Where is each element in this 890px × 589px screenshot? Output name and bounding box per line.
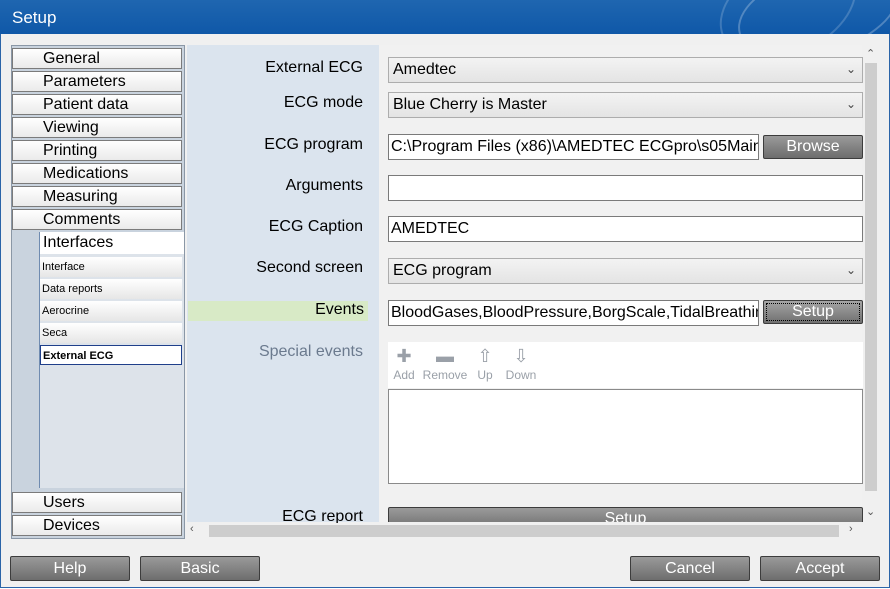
down-tool-label: Down	[505, 368, 537, 382]
sub-item-aerocrine[interactable]: Aerocrine	[40, 301, 182, 321]
horizontal-scroll-thumb[interactable]	[209, 525, 839, 537]
nav-item-interfaces[interactable]: Interfaces	[40, 232, 184, 254]
plus-icon: ✚	[396, 346, 412, 366]
events-setup-button[interactable]: Setup	[763, 300, 863, 324]
nav-item-label: Printing	[43, 142, 98, 159]
nav-group-interfaces: Interfaces Interface Data reports Aerocr…	[39, 232, 184, 488]
remove-tool-label: Remove	[422, 368, 468, 382]
remove-tool[interactable]: ▬ Remove	[422, 346, 468, 382]
second-screen-select[interactable]: ECG program ⌄	[388, 258, 863, 284]
ecg-report-clip: Setup	[388, 507, 863, 522]
nav-item-printing[interactable]: Printing	[12, 140, 182, 161]
nav-group-label: Interfaces	[43, 234, 114, 251]
ecg-caption-label: ECG Caption	[268, 218, 363, 235]
scroll-up-icon[interactable]: ⌃	[866, 47, 875, 60]
accept-button[interactable]: Accept	[760, 556, 880, 581]
nav-item-label: Parameters	[43, 73, 126, 90]
help-button[interactable]: Help	[10, 556, 130, 581]
ecg-mode-select[interactable]: Blue Cherry is Master ⌄	[388, 92, 863, 118]
second-screen-label: Second screen	[256, 259, 363, 276]
ecg-program-value: C:\Program Files (x86)\AMEDTEC ECGpro\s0…	[391, 138, 759, 155]
title-bar: Setup	[0, 0, 890, 34]
cancel-button[interactable]: Cancel	[630, 556, 750, 581]
ecg-mode-label: ECG mode	[283, 94, 363, 111]
chevron-down-icon: ⌄	[845, 97, 856, 111]
scroll-left-icon[interactable]: ‹	[190, 523, 194, 535]
nav-item-parameters[interactable]: Parameters	[12, 71, 182, 92]
add-tool[interactable]: ✚ Add	[390, 346, 418, 382]
horizontal-scrollbar[interactable]: ‹ ›	[187, 523, 862, 539]
down-tool[interactable]: ⇩ Down	[504, 346, 538, 382]
ecg-program-field[interactable]: C:\Program Files (x86)\AMEDTEC ECGpro\s0…	[388, 134, 759, 160]
category-nav: General Parameters Patient data Viewing …	[11, 45, 185, 539]
ecg-caption-value: AMEDTEC	[391, 220, 470, 237]
ecg-caption-field[interactable]: AMEDTEC	[388, 216, 863, 242]
nav-item-label: Measuring	[43, 188, 118, 205]
events-value: BloodGases,BloodPressure,BorgScale,Tidal…	[391, 304, 759, 321]
browse-button[interactable]: Browse	[763, 135, 863, 159]
basic-button[interactable]: Basic	[140, 556, 260, 581]
nav-item-users[interactable]: Users	[12, 492, 182, 513]
sub-item-external-ecg[interactable]: External ECG	[40, 345, 182, 365]
ecg-program-label: ECG program	[264, 136, 363, 153]
sub-item-label: Aerocrine	[42, 305, 90, 317]
arrow-down-icon: ⇩	[513, 346, 529, 366]
second-screen-value: ECG program	[393, 262, 492, 279]
minus-icon: ▬	[436, 346, 454, 366]
nav-item-label: Medications	[43, 165, 129, 182]
sub-item-label: Seca	[42, 327, 68, 339]
external-ecg-label: External ECG	[265, 59, 363, 76]
arguments-field[interactable]	[388, 175, 863, 201]
chevron-down-icon: ⌄	[845, 263, 856, 277]
nav-item-devices[interactable]: Devices	[12, 515, 182, 536]
nav-item-label: General	[43, 50, 100, 67]
arguments-label: Arguments	[285, 177, 363, 194]
arrow-up-icon: ⇧	[477, 346, 493, 366]
vertical-scrollbar[interactable]: ⌃ ⌄	[863, 45, 879, 522]
sub-item-label: Interface	[42, 261, 85, 273]
nav-item-general[interactable]: General	[12, 48, 182, 69]
nav-item-medications[interactable]: Medications	[12, 163, 182, 184]
sub-item-data-reports[interactable]: Data reports	[40, 279, 182, 299]
sub-item-label: Data reports	[42, 283, 103, 295]
sub-item-interface[interactable]: Interface	[40, 257, 182, 277]
external-ecg-value: Amedtec	[393, 61, 457, 78]
ecg-report-setup-button[interactable]: Setup	[388, 507, 863, 522]
events-label: Events	[188, 301, 368, 321]
window-title: Setup	[12, 8, 57, 27]
scroll-down-icon[interactable]: ⌄	[866, 505, 875, 518]
special-events-list[interactable]	[388, 389, 863, 484]
special-events-toolbar: ✚ Add ▬ Remove ⇧ Up ⇩ Down	[388, 342, 863, 388]
nav-item-patient-data[interactable]: Patient data	[12, 94, 182, 115]
nav-item-measuring[interactable]: Measuring	[12, 186, 182, 207]
up-tool[interactable]: ⇧ Up	[474, 346, 496, 382]
up-tool-label: Up	[477, 368, 493, 382]
sub-item-label: External ECG	[43, 350, 114, 362]
vertical-scroll-thumb[interactable]	[865, 63, 877, 491]
nav-item-label: Viewing	[43, 119, 99, 136]
add-tool-label: Add	[393, 368, 415, 382]
scroll-right-icon[interactable]: ›	[849, 523, 853, 535]
events-field[interactable]: BloodGases,BloodPressure,BorgScale,Tidal…	[388, 300, 759, 326]
nav-item-comments[interactable]: Comments	[12, 209, 182, 230]
chevron-down-icon: ⌄	[845, 62, 856, 76]
ecg-mode-value: Blue Cherry is Master	[393, 96, 547, 113]
nav-item-label: Patient data	[43, 96, 129, 113]
nav-item-label: Users	[43, 494, 85, 511]
sub-item-seca[interactable]: Seca	[40, 323, 182, 343]
external-ecg-select[interactable]: Amedtec ⌄	[388, 57, 863, 83]
nav-item-viewing[interactable]: Viewing	[12, 117, 182, 138]
nav-item-label: Comments	[43, 211, 121, 228]
nav-item-label: Devices	[43, 517, 100, 534]
special-events-label: Special events	[258, 343, 363, 360]
